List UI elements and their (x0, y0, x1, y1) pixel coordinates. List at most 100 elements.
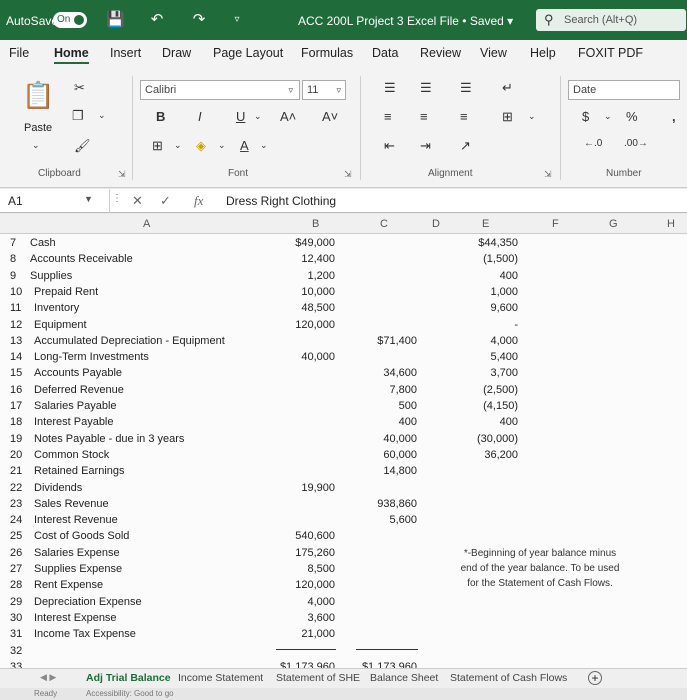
align-center-icon[interactable]: ≡ (420, 109, 428, 124)
tab-view[interactable]: View (480, 46, 507, 60)
underline-button[interactable]: U (236, 109, 245, 124)
cell-account-name[interactable]: Supplies Expense (34, 563, 122, 575)
cell-change[interactable]: $44,350 (478, 237, 518, 249)
cell-debit[interactable]: 12,400 (301, 253, 335, 265)
font-size-box[interactable]: 11 ▿ (302, 80, 346, 100)
align-left-icon[interactable]: ≡ (384, 109, 392, 124)
number-format-box[interactable]: Date (568, 80, 680, 100)
tab-draw[interactable]: Draw (162, 46, 191, 60)
copy-dropdown-icon[interactable]: ⌄ (98, 110, 106, 121)
cell-debit[interactable]: 21,000 (301, 628, 335, 640)
sheet-nav-icon[interactable]: ◀ ▶ (40, 672, 56, 683)
tab-home[interactable]: Home (54, 46, 89, 64)
cell-change[interactable]: (1,500) (483, 253, 518, 265)
add-sheet-button[interactable]: + (588, 671, 602, 685)
formula-content[interactable]: Dress Right Clothing (226, 194, 336, 208)
cell-account-name[interactable]: Sales Revenue (34, 498, 109, 510)
cell-change[interactable]: - (514, 319, 518, 331)
column-header-c[interactable]: C (380, 218, 388, 230)
cell-debit[interactable]: 3,600 (307, 612, 335, 624)
quick-access-dropdown-icon[interactable]: ▿ (228, 11, 246, 29)
align-top-icon[interactable]: ☰ (384, 80, 396, 96)
column-header-b[interactable]: B (312, 218, 319, 230)
row-number[interactable]: 17 (10, 400, 22, 412)
currency-button[interactable]: $ (582, 109, 589, 124)
row-number[interactable]: 31 (10, 628, 22, 640)
tab-review[interactable]: Review (420, 46, 461, 60)
cell-account-name[interactable]: Depreciation Expense (34, 596, 142, 608)
merge-center-icon[interactable]: ⊞ (502, 109, 513, 125)
row-number[interactable]: 13 (10, 335, 22, 347)
cell-account-name[interactable]: Interest Expense (34, 612, 117, 624)
cell-account-name[interactable]: Inventory (34, 302, 79, 314)
row-number[interactable]: 9 (10, 270, 16, 282)
column-header-e[interactable]: E (482, 218, 489, 230)
sheet-tab-adj-trial-balance[interactable]: Adj Trial Balance (86, 672, 171, 684)
cell-credit[interactable]: $71,400 (377, 335, 417, 347)
align-right-icon[interactable]: ≡ (460, 109, 468, 124)
font-color-dropdown-icon[interactable]: ⌄ (260, 140, 268, 151)
row-number[interactable]: 12 (10, 319, 22, 331)
row-number[interactable]: 10 (10, 286, 22, 298)
percent-button[interactable]: % (626, 109, 638, 124)
decrease-indent-icon[interactable]: ⇤ (384, 138, 395, 154)
row-number[interactable]: 18 (10, 416, 22, 428)
tab-page-layout[interactable]: Page Layout (213, 46, 283, 60)
bold-button[interactable]: B (156, 109, 165, 124)
insert-function-button[interactable]: fx (194, 193, 203, 209)
cell-credit[interactable]: 5,600 (389, 514, 417, 526)
row-number[interactable]: 29 (10, 596, 22, 608)
row-number[interactable]: 11 (10, 302, 21, 314)
accessibility-status[interactable]: Accessibility: Good to go (86, 689, 174, 698)
wrap-text-icon[interactable]: ↵ (502, 80, 513, 96)
cell-account-name[interactable]: Accumulated Depreciation - Equipment (34, 335, 225, 347)
clipboard-launcher-icon[interactable]: ⇲ (118, 169, 126, 180)
cell-account-name[interactable]: Prepaid Rent (34, 286, 98, 298)
cell-account-name[interactable]: Retained Earnings (34, 465, 125, 477)
cell-credit[interactable]: 60,000 (383, 449, 417, 461)
row-number[interactable]: 30 (10, 612, 22, 624)
cell-debit[interactable]: 19,900 (301, 482, 335, 494)
cell-credit[interactable]: 938,860 (377, 498, 417, 510)
row-number[interactable]: 7 (10, 237, 16, 249)
column-header-f[interactable]: F (552, 218, 559, 230)
sheet-tab-statement-of-cash-flows[interactable]: Statement of Cash Flows (450, 672, 567, 684)
cell-account-name[interactable]: Common Stock (34, 449, 109, 461)
increase-indent-icon[interactable]: ⇥ (420, 138, 431, 154)
enter-icon[interactable]: ✓ (160, 193, 171, 209)
format-painter-icon[interactable]: 🖌 (74, 138, 91, 154)
cell-change[interactable]: 9,600 (490, 302, 518, 314)
decrease-decimal-icon[interactable]: .00→ (624, 138, 648, 149)
font-color-button[interactable]: A (240, 138, 249, 153)
increase-decimal-icon[interactable]: ←.0 (584, 138, 602, 149)
font-launcher-icon[interactable]: ⇲ (344, 169, 352, 180)
cell-change[interactable]: (4,150) (483, 400, 518, 412)
cell-credit[interactable]: 7,800 (389, 384, 417, 396)
cell-change[interactable]: 400 (500, 416, 518, 428)
cell-account-name[interactable]: Salaries Expense (34, 547, 120, 559)
borders-dropdown-icon[interactable]: ⌄ (174, 140, 182, 151)
cell-account-name[interactable]: Salaries Payable (34, 400, 117, 412)
cell-credit[interactable]: 34,600 (383, 367, 417, 379)
cell-debit[interactable]: 120,000 (295, 579, 335, 591)
tab-data[interactable]: Data (372, 46, 398, 60)
cell-change[interactable]: 400 (500, 270, 518, 282)
align-bottom-icon[interactable]: ☰ (460, 80, 472, 96)
row-number[interactable]: 15 (10, 367, 22, 379)
row-number[interactable]: 27 (10, 563, 22, 575)
column-header-h[interactable]: H (667, 218, 675, 230)
align-middle-icon[interactable]: ☰ (420, 80, 432, 96)
row-number[interactable]: 14 (10, 351, 22, 363)
sheet-tab-income-statement[interactable]: Income Statement (178, 672, 263, 684)
row-number[interactable]: 21 (10, 465, 22, 477)
paste-label[interactable]: Paste (24, 122, 52, 134)
name-box[interactable]: A1 ▼ (0, 189, 110, 213)
cancel-icon[interactable]: ✕ (132, 193, 143, 209)
paste-dropdown-icon[interactable]: ⌄ (32, 140, 40, 151)
cell-debit[interactable]: 10,000 (301, 286, 335, 298)
cell-account-name[interactable]: Equipment (34, 319, 87, 331)
currency-dropdown-icon[interactable]: ⌄ (604, 111, 612, 122)
borders-icon[interactable]: ⊞ (152, 138, 163, 154)
tab-foxit-pdf[interactable]: FOXIT PDF (578, 46, 643, 60)
shrink-font-button[interactable]: A˅ (322, 109, 338, 124)
